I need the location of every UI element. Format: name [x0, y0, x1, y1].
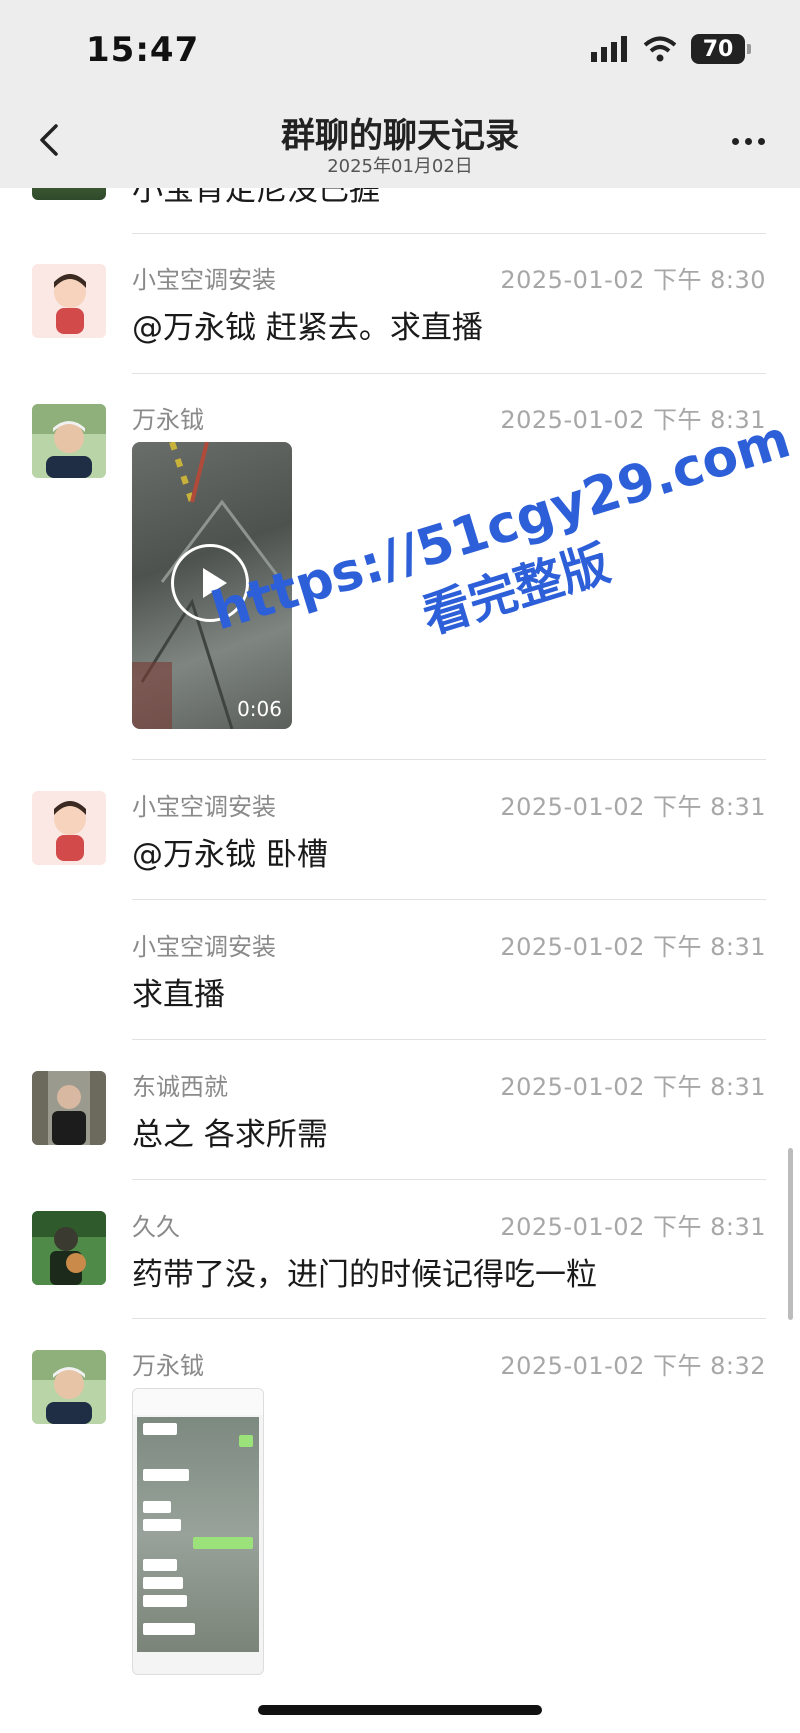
image-thumbnail[interactable] [132, 1388, 264, 1675]
status-time: 15:47 [86, 30, 200, 70]
more-options-icon[interactable] [726, 130, 765, 149]
divider [132, 1318, 766, 1319]
message-text: 药带了没，进门的时候记得吃一粒 [132, 1257, 597, 1293]
timestamp: 2025-01-02 下午 8:32 [500, 1352, 766, 1380]
divider [132, 1179, 766, 1180]
divider [132, 373, 766, 374]
avatar[interactable] [32, 264, 106, 338]
sender-name: 小宝空调安装 [132, 933, 276, 961]
signal-icon [591, 36, 627, 62]
image-topbar [133, 1389, 263, 1415]
person-avatar-icon [32, 1071, 106, 1145]
timestamp: 2025-01-02 下午 8:31 [500, 1213, 766, 1241]
message-text: 总之 各求所需 [132, 1117, 328, 1153]
sender-name: 小宝空调安装 [132, 266, 276, 294]
timestamp: 2025-01-02 下午 8:31 [500, 1073, 766, 1101]
sender-name: 万永钺 [132, 1352, 204, 1380]
timestamp: 2025-01-02 下午 8:30 [500, 266, 766, 294]
person-avatar-icon [32, 1211, 106, 1285]
timestamp: 2025-01-02 下午 8:31 [500, 793, 766, 821]
cartoon-avatar-icon [32, 791, 106, 865]
video-duration: 0:06 [237, 697, 282, 721]
person-avatar-icon [32, 404, 106, 478]
avatar[interactable] [32, 404, 106, 478]
message-text: @万永钺 卧槽 [132, 837, 328, 873]
cartoon-avatar-icon [32, 264, 106, 338]
message-text: @万永钺 赶紧去。求直播 [132, 310, 483, 346]
person-avatar-icon [32, 1350, 106, 1424]
video-thumbnail[interactable]: 0:06 [132, 442, 292, 729]
page-title: 群聊的聊天记录 [281, 116, 519, 156]
divider [132, 759, 766, 760]
sender-name: 东诚西就 [132, 1073, 228, 1101]
status-bar: 15:47 70 [0, 0, 800, 100]
divider [132, 1039, 766, 1040]
avatar[interactable] [32, 791, 106, 865]
page-subtitle-date: 2025年01月02日 [327, 156, 473, 177]
sender-name: 万永钺 [132, 406, 204, 434]
wifi-icon [643, 36, 677, 62]
watermark: https://51cgy29.com 看完整版 [205, 409, 800, 706]
battery-indicator: 70 [691, 34, 751, 64]
home-indicator[interactable] [258, 1705, 542, 1715]
watermark-url: https://51cgy29.com [205, 409, 798, 643]
scrollbar[interactable] [788, 1148, 793, 1320]
play-icon[interactable] [171, 544, 249, 622]
timestamp: 2025-01-02 下午 8:31 [500, 406, 766, 434]
avatar[interactable] [32, 1350, 106, 1424]
divider [132, 233, 766, 234]
nav-bar: 群聊的聊天记录 2025年01月02日 [0, 100, 800, 188]
avatar[interactable] [32, 1211, 106, 1285]
image-content [137, 1417, 259, 1652]
sender-name: 小宝空调安装 [132, 793, 276, 821]
sender-name: 久久 [132, 1213, 180, 1241]
watermark-caption: 看完整版 [416, 535, 617, 646]
avatar[interactable] [32, 1071, 106, 1145]
divider [132, 899, 766, 900]
timestamp: 2025-01-02 下午 8:31 [500, 933, 766, 961]
status-icons: 70 [591, 34, 751, 64]
message-text: 求直播 [132, 977, 225, 1013]
